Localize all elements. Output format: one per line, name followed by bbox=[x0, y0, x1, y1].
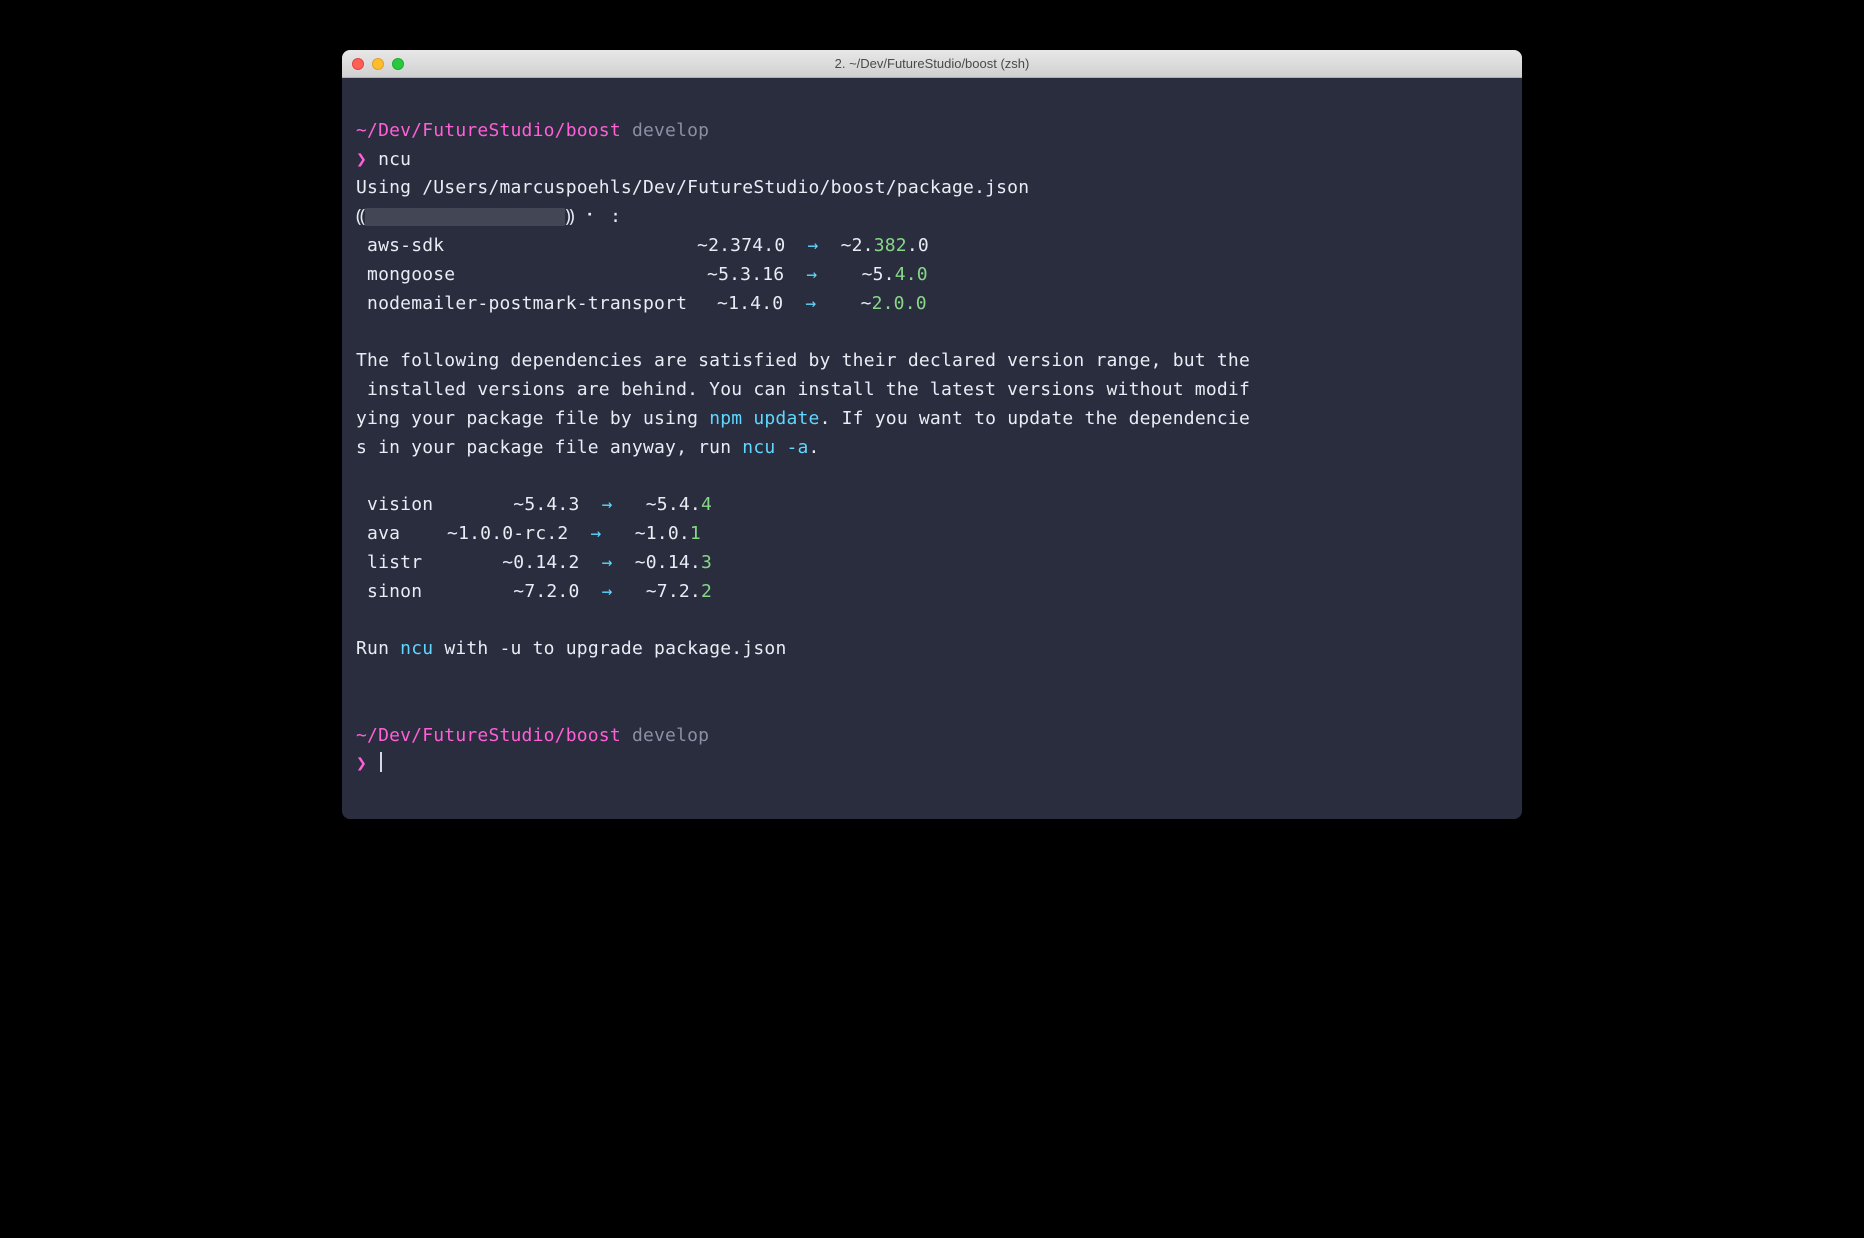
prompt-branch: develop bbox=[632, 120, 709, 141]
prompt-symbol: ❯ bbox=[356, 753, 367, 774]
to-mid: 382 bbox=[874, 235, 907, 256]
close-icon[interactable] bbox=[352, 58, 364, 70]
prompt-path: ~/Dev/FutureStudio/boost bbox=[356, 725, 621, 746]
footer-text: Run bbox=[356, 638, 400, 659]
to-hl: 4 bbox=[701, 494, 712, 515]
footer-text: to upgrade package.json bbox=[522, 638, 787, 659]
info-text: installed versions are behind. You can i… bbox=[356, 379, 1250, 400]
terminal-window: 2. ~/Dev/FutureStudio/boost (zsh) ~/Dev/… bbox=[342, 50, 1522, 819]
arrow-icon: → bbox=[602, 581, 613, 602]
to-prefix: ~5.4. bbox=[646, 494, 701, 515]
from-mid: 374 bbox=[730, 235, 763, 256]
progress-bar bbox=[365, 208, 565, 226]
traffic-lights bbox=[352, 58, 404, 70]
titlebar[interactable]: 2. ~/Dev/FutureStudio/boost (zsh) bbox=[342, 50, 1522, 78]
progress-open: ⸨ bbox=[356, 206, 365, 227]
arrow-icon: → bbox=[591, 523, 602, 544]
to-prefix: ~7.2. bbox=[646, 581, 701, 602]
pkg-name: sinon bbox=[367, 578, 447, 607]
minimize-icon[interactable] bbox=[372, 58, 384, 70]
pkg-name: vision bbox=[367, 491, 447, 520]
pkg-name: aws-sdk bbox=[367, 232, 697, 261]
to-mid: 2.0.0 bbox=[872, 293, 927, 314]
from-prefix: ~5. bbox=[707, 264, 740, 285]
info-cmd: ncu -a bbox=[742, 437, 808, 458]
footer-flag: -u bbox=[500, 638, 522, 659]
progress-close: ⸩ bbox=[565, 206, 574, 227]
arrow-icon: → bbox=[602, 494, 613, 515]
to-mid: 4.0 bbox=[895, 264, 928, 285]
info-text: The following dependencies are satisfied… bbox=[356, 350, 1250, 371]
pkg-name: ava bbox=[367, 520, 447, 549]
maximize-icon[interactable] bbox=[392, 58, 404, 70]
arrow-icon: → bbox=[805, 293, 816, 314]
from: ~0.14.2 bbox=[502, 552, 579, 573]
to-hl: 1 bbox=[690, 523, 701, 544]
window-title: 2. ~/Dev/FutureStudio/boost (zsh) bbox=[342, 56, 1522, 71]
prompt-branch: develop bbox=[632, 725, 709, 746]
info-text: . bbox=[809, 437, 820, 458]
from-mid: 1.4.0 bbox=[728, 293, 783, 314]
info-text: s in your package file anyway, run bbox=[356, 437, 742, 458]
from-prefix: ~ bbox=[717, 293, 728, 314]
arrow-icon: → bbox=[807, 235, 818, 256]
info-text: ying your package file by using bbox=[356, 408, 709, 429]
to-hl: 2 bbox=[701, 581, 712, 602]
from: ~7.2.0 bbox=[513, 581, 579, 602]
pkg-name: listr bbox=[367, 549, 447, 578]
footer-cmd: ncu bbox=[400, 638, 433, 659]
to-prefix: ~5. bbox=[862, 264, 895, 285]
from-suffix: .0 bbox=[763, 235, 785, 256]
footer-text: with bbox=[433, 638, 499, 659]
to-prefix: ~2. bbox=[841, 235, 874, 256]
from-mid: 3.16 bbox=[740, 264, 784, 285]
info-cmd: npm update bbox=[709, 408, 819, 429]
pkg-name: nodemailer-postmark-transport bbox=[367, 290, 717, 319]
to-hl: 3 bbox=[701, 552, 712, 573]
arrow-icon: → bbox=[806, 264, 817, 285]
to-prefix: ~ bbox=[861, 293, 872, 314]
from: ~5.4.3 bbox=[513, 494, 579, 515]
prompt-path: ~/Dev/FutureStudio/boost bbox=[356, 120, 621, 141]
to-suffix: .0 bbox=[907, 235, 929, 256]
progress-dots: ⠂ : bbox=[586, 206, 621, 227]
from: ~1.0.0-rc.2 bbox=[447, 523, 568, 544]
info-text: . If you want to update the dependencie bbox=[820, 408, 1250, 429]
cursor-icon bbox=[380, 752, 382, 772]
prompt-symbol: ❯ bbox=[356, 149, 367, 170]
to-prefix: ~1.0. bbox=[635, 523, 690, 544]
arrow-icon: → bbox=[602, 552, 613, 573]
to-prefix: ~0.14. bbox=[635, 552, 701, 573]
pkg-name: mongoose bbox=[367, 261, 707, 290]
from-prefix: ~2. bbox=[697, 235, 730, 256]
terminal-content[interactable]: ~/Dev/FutureStudio/boost develop ❯ ncu U… bbox=[342, 78, 1522, 819]
command: ncu bbox=[378, 149, 411, 170]
using-line: Using /Users/marcuspoehls/Dev/FutureStud… bbox=[356, 177, 1029, 198]
